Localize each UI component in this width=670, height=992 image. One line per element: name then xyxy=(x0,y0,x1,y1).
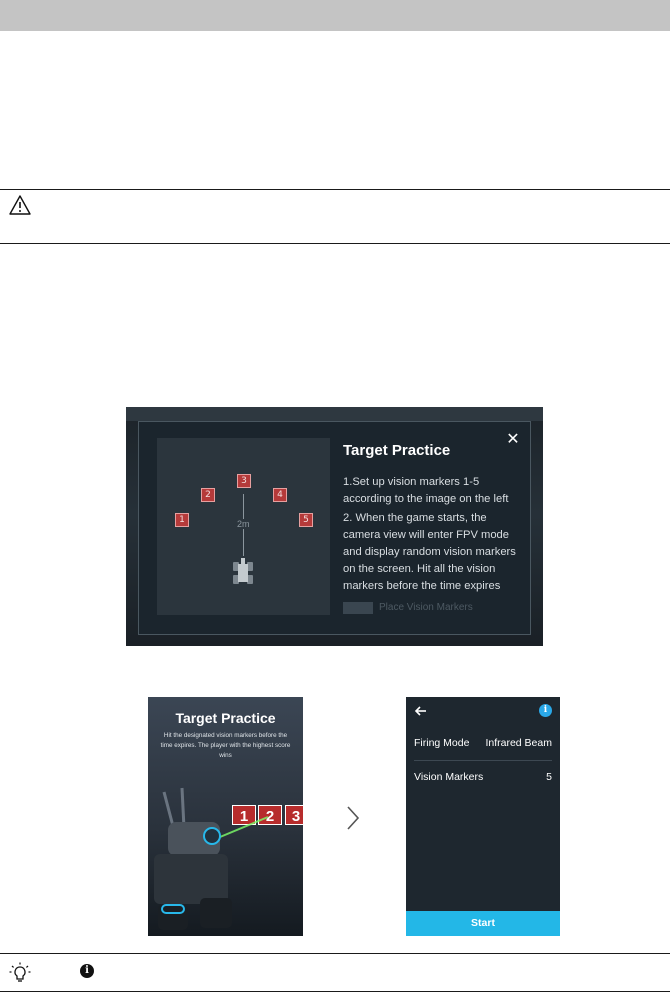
firing-mode-label: Firing Mode xyxy=(414,737,470,749)
firing-mode-value: Infrared Beam xyxy=(485,737,552,749)
vision-marker-3: 3 xyxy=(237,474,251,488)
vision-marker-1: 1 xyxy=(175,513,189,527)
robot-icon xyxy=(233,558,253,584)
place-markers-label: Place Vision Markers xyxy=(379,602,473,613)
target-practice-dialog-screenshot: 1 2 3 4 5 2m Target Practice ✕ 1.Set up … xyxy=(126,407,543,646)
marker-layout-diagram: 1 2 3 4 5 2m xyxy=(157,438,330,615)
start-button[interactable]: Start xyxy=(406,911,560,936)
row-divider xyxy=(414,760,552,761)
splash-description: Hit the designated vision markers before… xyxy=(160,732,291,759)
warning-icon xyxy=(9,195,31,215)
background-strip xyxy=(126,407,543,421)
back-arrow-icon[interactable] xyxy=(414,704,428,718)
game-settings-screenshot: i Firing Mode Infrared Beam Vision Marke… xyxy=(406,697,560,936)
splash-marker-3: 3 xyxy=(292,808,300,825)
vision-markers-value: 5 xyxy=(546,771,552,783)
instruction-step-1: 1.Set up vision markers 1-5 according to… xyxy=(343,476,509,505)
close-icon[interactable]: ✕ xyxy=(505,431,521,447)
note-info-icon: i xyxy=(80,964,94,978)
vision-marker-5: 5 xyxy=(299,513,313,527)
tip-top-rule xyxy=(0,953,670,954)
warning-top-rule xyxy=(0,189,670,190)
dialog-title: Target Practice xyxy=(343,442,451,459)
vision-marker-2: 2 xyxy=(201,488,215,502)
info-icon[interactable]: i xyxy=(539,704,552,717)
firing-mode-row[interactable]: Firing Mode Infrared Beam xyxy=(414,737,552,759)
instructions-dialog: 1 2 3 4 5 2m Target Practice ✕ 1.Set up … xyxy=(138,421,531,635)
warning-bottom-rule xyxy=(0,243,670,244)
chevron-right-icon[interactable] xyxy=(346,805,360,831)
distance-label: 2m xyxy=(235,519,252,529)
page-header-bar xyxy=(0,0,670,31)
splash-marker-1: 1 xyxy=(240,808,248,825)
splash-title: Target Practice xyxy=(175,710,276,726)
target-practice-splash-screenshot: Target Practice Hit the designated visio… xyxy=(148,697,303,936)
vision-markers-label: Vision Markers xyxy=(414,771,484,783)
vision-marker-4: 4 xyxy=(273,488,287,502)
vision-markers-row[interactable]: Vision Markers 5 xyxy=(414,771,552,793)
place-markers-button[interactable] xyxy=(343,602,373,614)
lightbulb-icon xyxy=(9,962,31,982)
robot-scene-illustration: 1 2 3 xyxy=(154,787,303,930)
instruction-step-2: 2. When the game starts, the camera view… xyxy=(343,512,516,592)
